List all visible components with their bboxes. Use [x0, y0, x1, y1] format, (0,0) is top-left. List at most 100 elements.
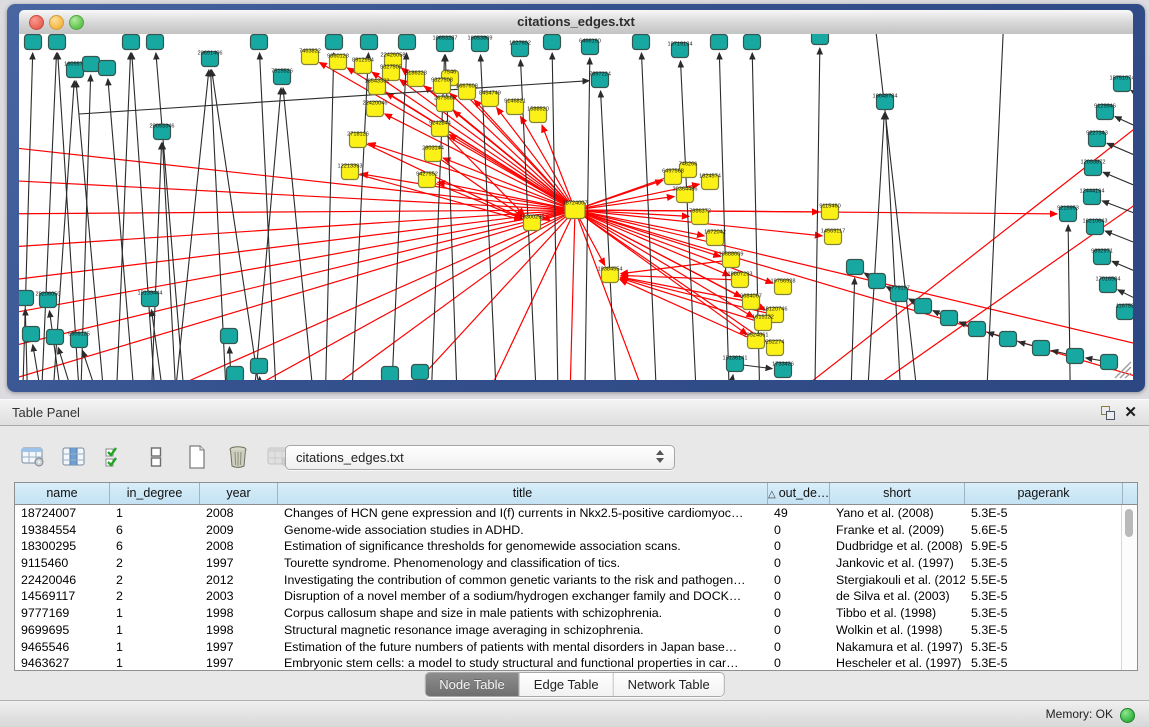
- graph-edge[interactable]: [575, 196, 674, 210]
- table-row[interactable]: 1938455462009Genome-wide association stu…: [15, 522, 1137, 539]
- graph-edge[interactable]: [114, 53, 131, 380]
- graph-node[interactable]: 15136141: [723, 356, 748, 372]
- graph-node[interactable]: [227, 367, 244, 381]
- graph-node[interactable]: [1067, 349, 1084, 364]
- graph-node[interactable]: 9146821: [504, 99, 526, 115]
- graph-node[interactable]: 9892971: [1091, 249, 1113, 265]
- graph-edge[interactable]: [641, 53, 659, 380]
- graph-edge[interactable]: [814, 48, 820, 380]
- graph-node[interactable]: 14569117: [821, 229, 845, 245]
- graph-node[interactable]: 19384554: [598, 267, 623, 283]
- graph-edge[interactable]: [1103, 172, 1133, 204]
- graph-edge[interactable]: [1102, 201, 1133, 230]
- graph-node[interactable]: [1101, 355, 1118, 370]
- graph-node[interactable]: [49, 35, 66, 50]
- table-mode-icon[interactable]: [20, 444, 46, 470]
- graph-edge[interactable]: [569, 210, 575, 380]
- table-row[interactable]: 946362711997Embryonic stem cells: a mode…: [15, 655, 1137, 671]
- graph-edge[interactable]: [260, 377, 264, 380]
- graph-node[interactable]: [221, 329, 238, 344]
- graph-node[interactable]: 20364486: [673, 187, 698, 203]
- graph-node[interactable]: 9215953: [1057, 206, 1079, 222]
- column-header[interactable]: pagerank: [965, 483, 1123, 504]
- graph-node[interactable]: [915, 299, 932, 314]
- create-column-icon[interactable]: [184, 444, 210, 470]
- graph-node[interactable]: 18807293: [728, 272, 753, 288]
- memory-ok-indicator-icon[interactable]: [1120, 708, 1135, 723]
- graph-node[interactable]: 16648784: [873, 94, 898, 110]
- table-row[interactable]: 946554611997Estimation of the future num…: [15, 639, 1137, 656]
- table-row[interactable]: 2242004622012Investigating the contribut…: [15, 572, 1137, 589]
- graph-node[interactable]: 10719134: [668, 42, 693, 58]
- graph-node[interactable]: 6497568: [662, 169, 684, 185]
- float-panel-icon[interactable]: [1101, 406, 1115, 420]
- graph-edge[interactable]: [864, 113, 884, 380]
- graph-node[interactable]: 2718126: [347, 132, 369, 148]
- graph-node[interactable]: 15139444: [138, 291, 163, 307]
- select-columns-icon[interactable]: [102, 444, 128, 470]
- graph-node[interactable]: 6466160: [579, 39, 601, 55]
- graph-node[interactable]: 9227343: [1086, 131, 1108, 147]
- graph-node[interactable]: 8186328: [405, 71, 427, 87]
- graph-edge[interactable]: [719, 53, 731, 380]
- graph-node[interactable]: 12093872: [1081, 160, 1106, 176]
- graph-node[interactable]: [326, 35, 343, 50]
- graph-hub-node[interactable]: 18724007: [563, 201, 588, 219]
- graph-node[interactable]: 2803144: [422, 146, 444, 162]
- graph-node[interactable]: 9115460: [819, 204, 840, 220]
- tab-edge-table[interactable]: Edge Table: [520, 673, 614, 696]
- graph-edge[interactable]: [469, 210, 575, 380]
- table-scrollbar-thumb[interactable]: [1125, 509, 1133, 537]
- graph-edge[interactable]: [58, 348, 91, 380]
- graph-node[interactable]: 9327508: [431, 78, 453, 94]
- graph-edge[interactable]: [849, 278, 855, 380]
- graph-node[interactable]: 1588520: [527, 107, 549, 123]
- graph-node[interactable]: [251, 359, 268, 374]
- graph-node[interactable]: [412, 365, 429, 380]
- graph-node[interactable]: 19756928: [771, 279, 796, 295]
- network-canvas[interactable]: 1872400774638229860128891295422426058932…: [19, 34, 1133, 380]
- graph-node[interactable]: [83, 57, 100, 72]
- graph-node[interactable]: [19, 291, 34, 306]
- graph-node[interactable]: [633, 35, 650, 50]
- tab-network-table[interactable]: Network Table: [614, 673, 724, 696]
- graph-node[interactable]: [23, 327, 40, 342]
- graph-node[interactable]: 7986372: [689, 209, 711, 225]
- graph-edge[interactable]: [620, 280, 756, 341]
- column-header[interactable]: △out_de…: [768, 483, 830, 504]
- citation-graph[interactable]: 1872400774638229860128891295422426058932…: [19, 34, 1133, 380]
- table-row[interactable]: 1872400712008Changes of HCN gene express…: [15, 505, 1137, 522]
- graph-node[interactable]: [382, 367, 399, 381]
- graph-edge[interactable]: [621, 260, 731, 274]
- column-header[interactable]: in_degree: [110, 483, 200, 504]
- graph-node[interactable]: 1733426: [772, 362, 794, 378]
- graph-node[interactable]: 20053346: [150, 124, 175, 140]
- graph-node[interactable]: [25, 35, 42, 50]
- table-row[interactable]: 1830029562008Estimation of significance …: [15, 538, 1137, 555]
- graph-node[interactable]: 15751074: [1110, 76, 1133, 92]
- table-row[interactable]: 911546021997Tourette syndrome. Phenomeno…: [15, 555, 1137, 572]
- table-row[interactable]: 977716911998Corpus callosum shape and si…: [15, 605, 1137, 622]
- table-row[interactable]: 1456911722003Disruption of a novel membe…: [15, 588, 1137, 605]
- graph-edge[interactable]: [719, 94, 1133, 380]
- graph-node[interactable]: 1572042: [704, 230, 726, 246]
- graph-node[interactable]: 1824574: [699, 174, 721, 190]
- graph-node[interactable]: [361, 35, 378, 50]
- graph-node[interactable]: 8454749: [479, 91, 501, 107]
- table-row[interactable]: 969969511998Structural magnetic resonanc…: [15, 622, 1137, 639]
- graph-edge[interactable]: [984, 34, 1004, 380]
- graph-node[interactable]: [251, 35, 268, 50]
- graph-node[interactable]: 8813054: [809, 34, 831, 45]
- tab-node-table[interactable]: Node Table: [425, 673, 520, 696]
- graph-edge[interactable]: [454, 111, 575, 210]
- graph-edge[interactable]: [33, 345, 51, 380]
- graph-node[interactable]: 8912954: [352, 58, 374, 74]
- column-header[interactable]: short: [830, 483, 965, 504]
- network-view-window[interactable]: citations_edges.txt 18724007746382298601…: [7, 4, 1145, 392]
- graph-node[interactable]: 25206050: [36, 292, 61, 308]
- graph-edge[interactable]: [49, 311, 69, 380]
- graph-edge[interactable]: [621, 275, 740, 280]
- graph-node[interactable]: 10653287: [433, 36, 458, 52]
- graph-node[interactable]: 1615132: [752, 315, 774, 331]
- graph-edge[interactable]: [249, 88, 281, 380]
